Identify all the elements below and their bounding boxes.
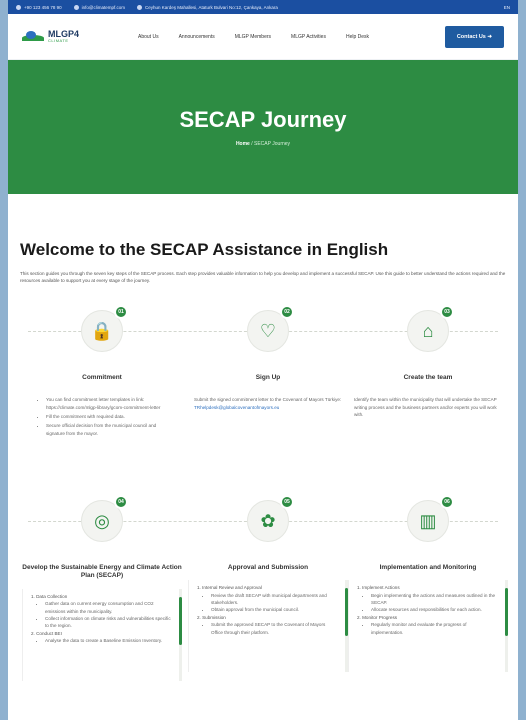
list-item: Gather data on current energy consumptio… — [45, 600, 172, 615]
list-item: Analyse the data to create a Baseline Em… — [45, 637, 172, 644]
phone-item[interactable]: +90 123 456 78 90 — [16, 4, 62, 10]
step-title: Develop the Sustainable Energy and Clima… — [22, 564, 182, 580]
step-sign-up: ♡ 02 Sign Up Submit the signed commitmen… — [188, 305, 348, 411]
step-title: Commitment — [82, 374, 122, 381]
globe-icon: ◎ — [94, 511, 110, 531]
language-switch[interactable]: EN — [504, 5, 510, 10]
step-develop-secap: ◎ 04 Develop the Sustainable Energy and … — [22, 495, 182, 681]
page-title: SECAP Journey — [179, 107, 347, 132]
step-scroll-panel[interactable]: 1. Data Collection Gather data on curren… — [22, 588, 182, 681]
approval-badge-icon: ✿ — [260, 511, 276, 531]
scroll-thumb[interactable] — [505, 588, 508, 637]
section-heading: 1. Internal Review and Approval — [197, 585, 262, 591]
list-item: Regularly monitor and evaluate the progr… — [371, 621, 498, 636]
section-heading: 1. Data Collection — [31, 593, 68, 599]
phone-icon — [16, 4, 21, 10]
step-icon-wrap: ✿ 05 — [247, 495, 294, 542]
breadcrumb: Home / SECAP Journey — [236, 141, 290, 147]
team-house-icon: ⌂ — [422, 321, 434, 341]
address-text: Ceyhun Kardeş Mahallesi, Ataturk Bulvari… — [145, 4, 278, 10]
email-item[interactable]: info@climatempf.com — [73, 4, 126, 10]
step-icon-wrap: ⌂ 03 — [407, 305, 454, 352]
list-item: Review the draft SECAP with municipal de… — [211, 592, 338, 607]
step-body: You can find commitment letter templates… — [22, 396, 182, 437]
step-approval-submission: ✿ 05 Approval and Submission 1. Internal… — [188, 495, 348, 673]
step-create-team: ⌂ 03 Create the team Identify the team w… — [348, 305, 508, 418]
email-text: info@climatempf.com — [81, 4, 126, 10]
step-number-badge: 05 — [280, 495, 294, 509]
nav-item-help-desk[interactable]: Help Desk — [346, 34, 369, 40]
step-body: Submit the signed commitment letter to t… — [188, 396, 348, 411]
nav-item-mlgp-members[interactable]: MLGP Members — [235, 34, 271, 40]
step-title: Sign Up — [255, 374, 281, 381]
section-heading: 2. Submission — [197, 614, 226, 620]
main-navigation: MLGP4 CLIMATE About Us Announcements MLG… — [8, 14, 518, 60]
contact-us-button[interactable]: Contact Us ➜ — [444, 25, 504, 48]
step-text: Identify the team within the municipalit… — [354, 397, 497, 418]
step-number-badge: 01 — [114, 305, 128, 319]
list-item: Submit the approved SECAP to the Covenan… — [211, 621, 338, 636]
step-icon-wrap: ▥ 06 — [407, 495, 454, 542]
scroll-thumb[interactable] — [179, 596, 182, 645]
section-heading: 2. Monitor Progress — [357, 614, 398, 620]
step-number-badge: 03 — [440, 305, 454, 319]
step-commitment: 🔒 01 Commitment You can find commitment … — [22, 305, 182, 439]
list-item: You can find commitment letter templates… — [46, 396, 176, 411]
step-scroll-panel[interactable]: 1. Internal Review and Approval Review t… — [188, 580, 348, 673]
list-item: Allocate resources and responsibilities … — [371, 606, 498, 613]
step-body: Identify the team within the municipalit… — [348, 396, 508, 418]
nav-menu: About Us Announcements MLGP Members MLGP… — [138, 34, 369, 40]
step-title: Approval and Submission — [227, 564, 309, 571]
step-implementation-monitoring: ▥ 06 Implementation and Monitoring 1. Im… — [348, 495, 508, 673]
list-item: Obtain approval from the municipal counc… — [211, 606, 338, 613]
section-heading: 2. Conduct BEI — [31, 630, 62, 636]
page-frame: +90 123 456 78 90 info@climatempf.com Ce… — [8, 0, 518, 720]
intro-text: This section guides you through the seve… — [20, 271, 506, 284]
list-item: Secure official decision from the munici… — [46, 422, 176, 437]
top-contact-bar: +90 123 456 78 90 info@climatempf.com Ce… — [8, 0, 518, 14]
list-item: Collect information on climate risks and… — [45, 615, 172, 630]
logo-wave-icon — [22, 30, 44, 44]
breadcrumb-current: SECAP Journey — [254, 141, 291, 147]
phone-text: +90 123 456 78 90 — [24, 4, 62, 10]
site-logo[interactable]: MLGP4 CLIMATE — [22, 30, 132, 44]
mail-icon — [73, 4, 79, 10]
helpdesk-email-link[interactable]: TRhelpdesk@globalcovenantofmayors.eu — [194, 404, 342, 411]
list-item: Fill the commitment with required data. — [46, 413, 176, 420]
step-number-badge: 02 — [280, 305, 294, 319]
step-number-badge: 06 — [440, 495, 454, 509]
address-item: Ceyhun Kardeş Mahallesi, Ataturk Bulvari… — [137, 4, 278, 10]
breadcrumb-home[interactable]: Home — [236, 141, 250, 147]
logo-sub-text: CLIMATE — [48, 38, 69, 43]
document-lock-icon: 🔒 — [90, 321, 114, 341]
step-title: Create the team — [403, 374, 453, 381]
step-number-badge: 04 — [114, 495, 128, 509]
step-icon-wrap: ◎ 04 — [81, 495, 128, 542]
intro-section: Welcome to the SECAP Assistance in Engli… — [8, 240, 518, 284]
list-item: Begin implementing the actions and measu… — [371, 592, 498, 607]
step-icon-wrap: 🔒 01 — [81, 305, 128, 352]
nav-item-announcements[interactable]: Announcements — [179, 34, 215, 40]
logo-text: MLGP4 CLIMATE — [48, 30, 79, 43]
handshake-icon: ♡ — [259, 321, 277, 341]
step-icon-wrap: ♡ 02 — [247, 305, 294, 352]
step-scroll-panel[interactable]: 1. Implement Actions Begin implementing … — [348, 580, 508, 673]
step-title: Implementation and Monitoring — [379, 564, 477, 571]
nav-item-mlgp-activities[interactable]: MLGP Activities — [291, 34, 326, 40]
intro-heading: Welcome to the SECAP Assistance in Engli… — [20, 240, 389, 259]
factory-icon: ▥ — [419, 511, 437, 531]
nav-item-about-us[interactable]: About Us — [138, 34, 159, 40]
section-heading: 1. Implement Actions — [357, 585, 400, 591]
step-text: Submit the signed commitment letter to t… — [194, 397, 342, 403]
location-icon — [137, 4, 143, 10]
hero-banner: SECAP Journey Home / SECAP Journey — [8, 60, 518, 194]
